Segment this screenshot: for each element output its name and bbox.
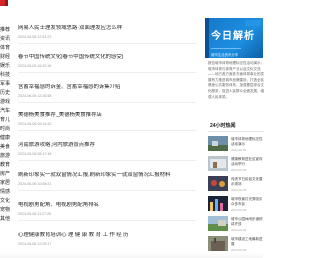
- article-title[interactable]: 电视剧男配角、电视剧男配角排名: [18, 202, 196, 209]
- article-title[interactable]: 河南旅游攻略,河内旅游景点推荐: [18, 142, 196, 149]
- article-title[interactable]: 含蓄幸福感的诉金、含蓄幸福感的诉集介绍: [18, 84, 196, 91]
- article-date: 2024-06-05 12:26:58: [18, 94, 52, 98]
- banner-subtitle: 城市生活资讯分享: [211, 53, 239, 57]
- hot-news-date: 2024-06-05: [231, 148, 247, 152]
- banner-headline: 今日解析: [211, 31, 255, 42]
- list-item[interactable]: 电视剧男配角、电视剧男配角排名 2024-06-06 11:27:26: [18, 202, 196, 217]
- divider: [18, 43, 196, 44]
- hot-news-date: 2024-06-05: [231, 168, 247, 172]
- hot-news-thumbnail[interactable]: [208, 156, 228, 171]
- article-date: 2024-06-06 10:08:21: [18, 182, 52, 186]
- hot-news-thumbnail[interactable]: [208, 196, 228, 211]
- nav-item-11[interactable]: 时尚: [0, 125, 11, 134]
- nav-item-8[interactable]: 游戏: [0, 98, 11, 107]
- nav-item-9[interactable]: 汽车: [0, 107, 11, 116]
- nav-item-7[interactable]: 历史: [0, 89, 11, 98]
- divider: [18, 160, 196, 161]
- nav-item-5[interactable]: 科技: [0, 71, 11, 80]
- hot-news-item[interactable]: 传统节日民俗文化展示现场 2024-06-06: [208, 176, 266, 196]
- article-date: 2024-06-05 12:51:23: [18, 35, 52, 39]
- hot-news-thumbnail[interactable]: [208, 176, 228, 191]
- article-title[interactable]: 刷新印象实一就双窗情况汇报,刷新印象实一就双窗情况汇报材料: [18, 172, 196, 179]
- hot-news-date: 2024-06-06: [231, 208, 247, 212]
- article-title[interactable]: 网易人民士理发领域思路·双面理发应怎么样: [18, 25, 196, 32]
- divider: [18, 190, 196, 191]
- right-sidebar: 今日解析 城市生活资讯分享 报告城市体育地理标志性活动演示，城市体育与体育产业以…: [205, 0, 266, 258]
- nav-item-12[interactable]: 健康: [0, 134, 11, 143]
- list-item[interactable]: 心理健康教育培训心 理 健 康 教 育 工 作 经 历 2024-06-06 1…: [18, 232, 196, 247]
- nav-item-14[interactable]: 旅游: [0, 152, 11, 161]
- article-date: 2024-06-05 16:32:16: [18, 64, 52, 68]
- list-item[interactable]: 美德杨美食推荐_美德杨美食推荐店 2024-06-06 09:14:32: [18, 112, 196, 127]
- hot-news-title[interactable]: 城市体育地理标志性活动演示: [231, 137, 265, 147]
- page-bottom-fade: [0, 252, 263, 258]
- nav-item-20[interactable]: 宠物: [0, 206, 11, 215]
- nav-item-2[interactable]: 体育: [0, 44, 11, 53]
- hot-news-thumbnail[interactable]: [208, 216, 228, 231]
- nav-item-17[interactable]: 家居: [0, 179, 11, 188]
- hot-news-title[interactable]: 城市建设工地最新进展: [231, 237, 265, 247]
- nav-item-1[interactable]: 资讯: [0, 35, 11, 44]
- nav-item-21[interactable]: 其他: [0, 215, 11, 224]
- hot-news-heading: 24小时热闻: [210, 123, 236, 129]
- article-title[interactable]: 美德杨美食推荐_美德杨美食推荐店: [18, 112, 196, 119]
- divider: [18, 130, 196, 131]
- nav-item-10[interactable]: 育儿: [0, 116, 11, 125]
- article-date: 2024-06-06 11:27:26: [18, 212, 52, 216]
- sidebar-blurb: 报告城市体育地理标志性活动演示，城市体育与体育产业以及文化交流 ——地方各方面多…: [208, 61, 264, 99]
- list-item[interactable]: 含蓄幸福感的诉金、含蓄幸福感的诉集介绍 2024-06-05 12:26:58: [18, 84, 196, 99]
- nav-item-3[interactable]: 财经: [0, 53, 11, 62]
- nav-item-13[interactable]: 美食: [0, 143, 11, 152]
- hot-news-thumbnail[interactable]: [208, 236, 228, 251]
- article-date: 2024-06-06 08:17:48: [18, 152, 52, 156]
- hot-news-item[interactable]: 城市夜景灯光秀吸引众多市民 2024-06-06: [208, 196, 266, 216]
- promo-banner[interactable]: 今日解析 城市生活资讯分享: [205, 18, 263, 58]
- list-item[interactable]: 网易人民士理发领域思路·双面理发应怎么样 2024-06-05 12:51:23: [18, 25, 196, 40]
- nav-item-16[interactable]: 房产: [0, 170, 11, 179]
- hot-news-divider: [208, 131, 264, 132]
- hot-news-item[interactable]: 城市体育地理标志性活动演示 2024-06-05: [208, 136, 266, 156]
- nav-item-15[interactable]: 教育: [0, 161, 11, 170]
- hot-news-thumbnail[interactable]: [208, 136, 228, 151]
- list-item[interactable]: 春节中国传统文化|春节中国传统文化的感受| 2024-06-05 16:32:1…: [18, 54, 196, 69]
- hot-news-title[interactable]: 城市公园休闲步道即将开放: [231, 217, 265, 227]
- hot-news-title[interactable]: 传统节日民俗文化展示现场: [231, 177, 265, 187]
- nav-item-19[interactable]: 文化: [0, 197, 11, 206]
- hot-news-item[interactable]: 城市公园休闲步道即将开放 2024-06-06: [208, 216, 266, 236]
- hot-news-date: 2024-06-06: [231, 228, 247, 232]
- divider: [18, 220, 196, 221]
- article-date: 2024-06-06 09:14:32: [18, 122, 52, 126]
- nav-item-4[interactable]: 娱乐: [0, 62, 11, 71]
- nav-item-6[interactable]: 军事: [0, 80, 11, 89]
- hot-news-item[interactable]: 健康教育进社区宣传活动举行 2024-06-05: [208, 156, 266, 176]
- nav-item-0[interactable]: 推荐: [0, 26, 11, 35]
- divider: [18, 102, 196, 103]
- list-item[interactable]: 河南旅游攻略,河内旅游景点推荐 2024-06-06 08:17:48: [18, 142, 196, 157]
- hot-news-date: 2024-06-06: [231, 188, 247, 192]
- hot-news-title[interactable]: 城市夜景灯光秀吸引众多市民: [231, 197, 265, 207]
- list-item[interactable]: 刷新印象实一就双窗情况汇报,刷新印象实一就双窗情况汇报材料 2024-06-06…: [18, 172, 196, 187]
- logo-accent: [5, 0, 8, 6]
- article-title[interactable]: 春节中国传统文化|春节中国传统文化的感受|: [18, 54, 196, 61]
- hot-news-title[interactable]: 健康教育进社区宣传活动举行: [231, 157, 265, 167]
- nav-item-18[interactable]: 情感: [0, 188, 11, 197]
- article-date: 2024-06-06 12:05:17: [18, 242, 52, 246]
- article-title[interactable]: 心理健康教育培训心 理 健 康 教 育 工 作 经 历: [18, 232, 196, 239]
- divider: [18, 72, 196, 73]
